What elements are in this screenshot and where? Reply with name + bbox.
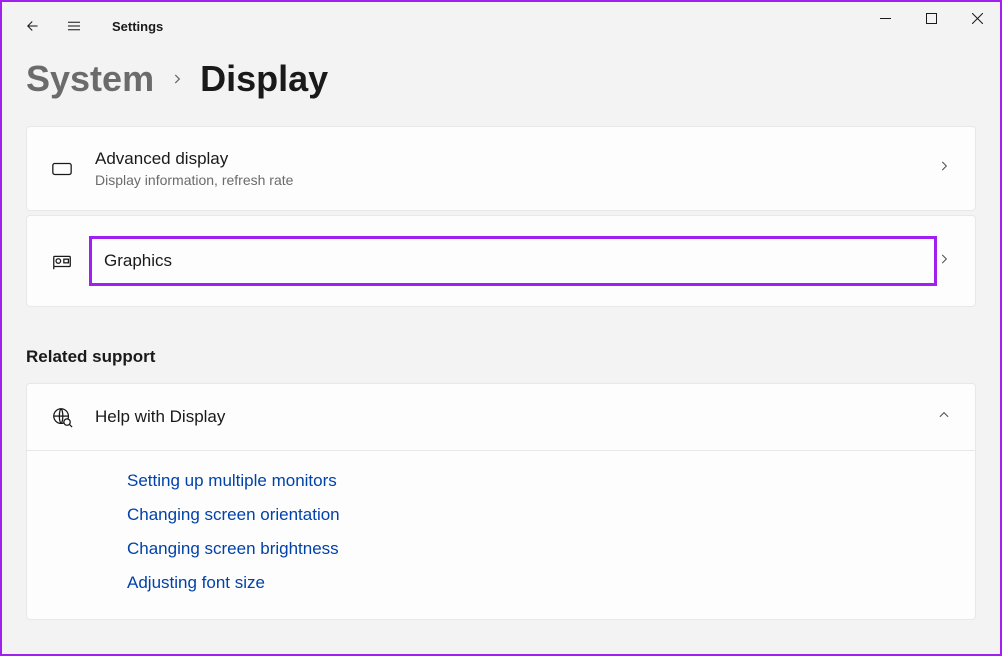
maximize-button[interactable] [908, 2, 954, 34]
card-title: Advanced display [95, 147, 937, 171]
app-title: Settings [112, 19, 163, 34]
back-button[interactable] [10, 6, 50, 46]
help-link-multiple-monitors[interactable]: Setting up multiple monitors [127, 471, 951, 491]
hamburger-icon [65, 17, 83, 35]
related-support-heading: Related support [26, 347, 976, 367]
content: System Display Advanced display Display … [2, 50, 1000, 620]
minimize-button[interactable] [862, 2, 908, 34]
titlebar: Settings [2, 2, 1000, 50]
chevron-up-icon [937, 408, 951, 427]
breadcrumb-parent[interactable]: System [26, 58, 154, 100]
graphics-card[interactable]: Graphics [26, 215, 976, 307]
maximize-icon [926, 13, 937, 24]
card-title: Graphics [104, 249, 922, 273]
close-button[interactable] [954, 2, 1000, 34]
expander-title: Help with Display [95, 407, 937, 427]
chevron-right-icon [937, 252, 951, 271]
window-controls [862, 2, 1000, 34]
chevron-right-icon [170, 66, 184, 92]
card-subtitle: Display information, refresh rate [95, 171, 937, 191]
help-link-screen-brightness[interactable]: Changing screen brightness [127, 539, 951, 559]
breadcrumb-current: Display [200, 58, 328, 100]
menu-button[interactable] [54, 6, 94, 46]
help-expander: Help with Display Setting up multiple mo… [26, 383, 976, 620]
globe-search-icon [51, 406, 95, 428]
help-link-screen-orientation[interactable]: Changing screen orientation [127, 505, 951, 525]
monitor-icon [51, 158, 95, 180]
minimize-icon [880, 13, 891, 24]
advanced-display-card[interactable]: Advanced display Display information, re… [26, 126, 976, 211]
help-links-body: Setting up multiple monitors Changing sc… [27, 450, 975, 619]
chevron-right-icon [937, 159, 951, 178]
back-icon [21, 17, 39, 35]
breadcrumb: System Display [26, 58, 976, 100]
help-link-font-size[interactable]: Adjusting font size [127, 573, 951, 593]
highlight-graphics: Graphics [89, 236, 937, 286]
close-icon [972, 13, 983, 24]
help-expander-header[interactable]: Help with Display [27, 384, 975, 450]
